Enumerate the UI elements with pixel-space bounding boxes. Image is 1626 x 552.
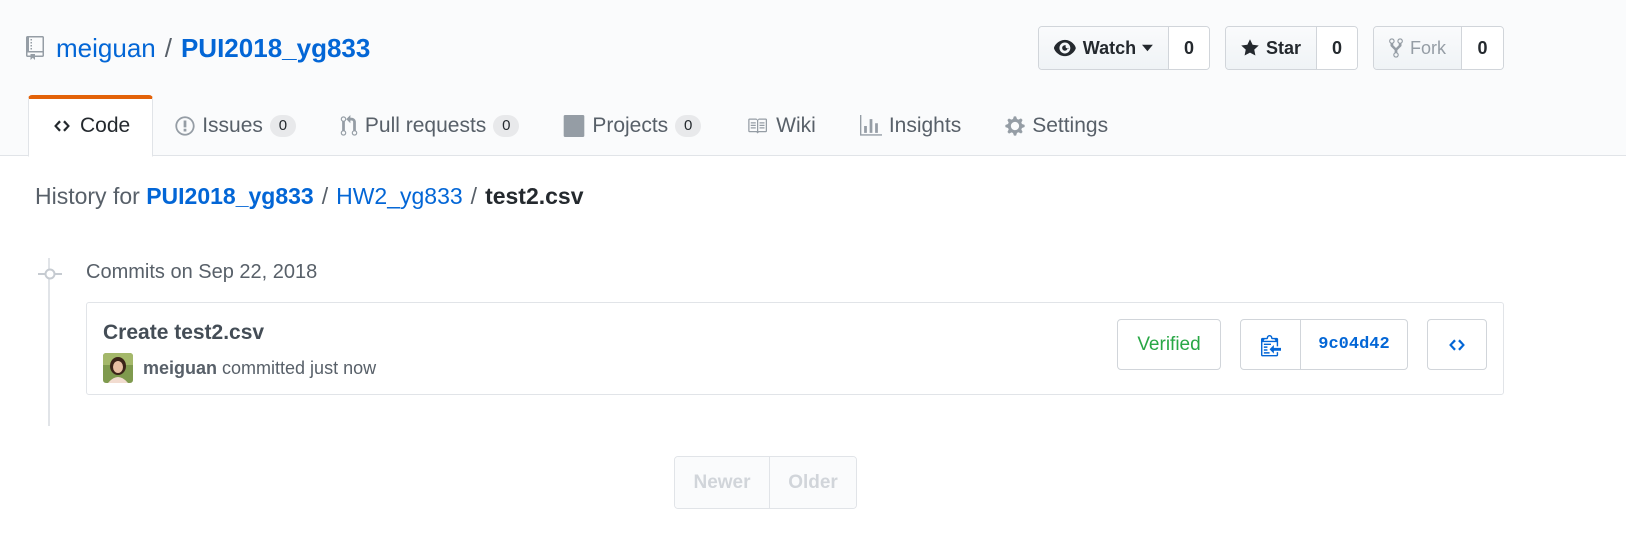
tab-projects-label: Projects bbox=[592, 113, 669, 137]
project-icon bbox=[564, 114, 585, 137]
sha-button-group: 9c04d42 bbox=[1240, 319, 1408, 370]
commit-action-text: committed just now bbox=[222, 358, 377, 378]
fork-group: Fork 0 bbox=[1373, 26, 1504, 70]
tab-pull-requests-label: Pull requests bbox=[364, 113, 487, 137]
tab-settings-label: Settings bbox=[1032, 113, 1109, 137]
repo-header: meiguan / PUI2018_yg833 Watch 0 Star 0 F… bbox=[0, 0, 1626, 157]
tab-wiki[interactable]: Wiki bbox=[723, 95, 838, 156]
breadcrumb-file: test2.csv bbox=[485, 183, 584, 209]
commit-author-link[interactable]: meiguan bbox=[143, 358, 217, 378]
book-icon bbox=[748, 118, 768, 133]
pull-request-icon bbox=[340, 114, 358, 136]
older-button[interactable]: Older bbox=[770, 457, 856, 508]
issue-icon bbox=[175, 115, 195, 136]
pull-requests-counter: 0 bbox=[493, 114, 520, 137]
repo-nav-tabs: Code Issues 0 Pull requests 0 Projects 0… bbox=[28, 95, 1130, 157]
repo-title: meiguan / PUI2018_yg833 bbox=[26, 28, 370, 68]
repo-owner-link[interactable]: meiguan bbox=[56, 33, 156, 64]
repo-name-link[interactable]: PUI2018_yg833 bbox=[181, 33, 370, 64]
watch-group: Watch 0 bbox=[1038, 26, 1210, 70]
issues-counter: 0 bbox=[269, 114, 296, 137]
code-icon bbox=[1449, 338, 1465, 351]
commits-date-heading: Commits on Sep 22, 2018 bbox=[86, 261, 318, 283]
star-button[interactable]: Star bbox=[1226, 27, 1317, 69]
breadcrumb-repo-link[interactable]: PUI2018_yg833 bbox=[146, 183, 314, 209]
commit-meta: meiguan committed just now bbox=[143, 358, 376, 379]
gear-icon bbox=[1005, 115, 1025, 136]
verified-badge[interactable]: Verified bbox=[1117, 319, 1221, 370]
tab-issues-label: Issues bbox=[202, 113, 263, 137]
tab-code-label: Code bbox=[80, 114, 131, 137]
star-label: Star bbox=[1265, 37, 1301, 58]
star-icon bbox=[1241, 39, 1259, 56]
star-count[interactable]: 0 bbox=[1317, 27, 1357, 69]
tab-wiki-label: Wiki bbox=[776, 113, 816, 137]
browse-files-button[interactable] bbox=[1427, 319, 1487, 370]
fork-label: Fork bbox=[1410, 37, 1446, 58]
fork-button[interactable]: Fork bbox=[1374, 27, 1462, 69]
clippy-icon bbox=[1260, 334, 1281, 356]
tab-projects[interactable]: Projects 0 bbox=[541, 95, 723, 156]
watch-label: Watch bbox=[1082, 37, 1137, 58]
eye-icon bbox=[1054, 39, 1076, 57]
commit-title-link[interactable]: Create test2.csv bbox=[103, 321, 264, 345]
fork-count[interactable]: 0 bbox=[1462, 27, 1503, 69]
breadcrumb-separator: / bbox=[470, 183, 478, 209]
watch-count[interactable]: 0 bbox=[1169, 27, 1209, 69]
star-group: Star 0 bbox=[1225, 26, 1358, 70]
newer-button[interactable]: Newer bbox=[675, 457, 770, 508]
tab-insights-label: Insights bbox=[888, 113, 962, 137]
fork-icon bbox=[1389, 38, 1403, 58]
tab-settings[interactable]: Settings bbox=[983, 95, 1130, 156]
caret-down-icon bbox=[1142, 44, 1153, 52]
copy-sha-button[interactable] bbox=[1241, 320, 1301, 369]
breadcrumb-folder-link[interactable]: HW2_yg833 bbox=[336, 183, 463, 209]
code-icon bbox=[54, 120, 70, 132]
commit-sha-link[interactable]: 9c04d42 bbox=[1301, 320, 1407, 369]
avatar[interactable] bbox=[103, 353, 133, 383]
watch-button[interactable]: Watch bbox=[1039, 27, 1169, 69]
history-prefix: History for bbox=[35, 183, 140, 209]
tab-pull-requests[interactable]: Pull requests 0 bbox=[318, 95, 541, 156]
file-history-breadcrumb: History for PUI2018_yg833 / HW2_yg833 / test… bbox=[35, 183, 584, 210]
pagination: Newer Older bbox=[674, 456, 857, 509]
tab-code[interactable]: Code bbox=[28, 95, 154, 157]
repo-icon bbox=[26, 35, 48, 61]
projects-counter: 0 bbox=[675, 114, 702, 137]
tab-insights[interactable]: Insights bbox=[838, 95, 983, 156]
git-commit-icon bbox=[38, 264, 62, 289]
graph-icon bbox=[859, 114, 882, 136]
tab-issues[interactable]: Issues 0 bbox=[153, 95, 318, 156]
breadcrumb-separator: / bbox=[321, 183, 329, 209]
path-separator: / bbox=[164, 32, 172, 63]
commit-row: Create test2.csv meiguan committed just … bbox=[86, 302, 1504, 395]
